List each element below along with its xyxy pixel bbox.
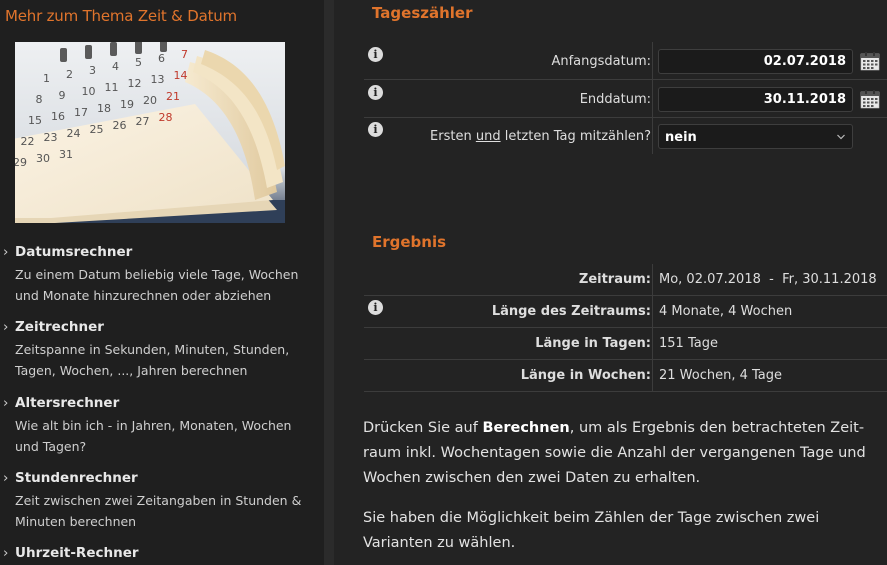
result-row: Zeitraum: Mo, 02.07.2018 - Fr, 30.11.201… [364, 264, 887, 296]
calendar-icon[interactable] [860, 51, 880, 71]
calendar-day-number: 2 [66, 68, 73, 81]
sidebar-title: Mehr zum Thema Zeit & Datum [5, 7, 237, 25]
calendar-day-number: 23 [44, 131, 58, 144]
calendar-day-number: 25 [90, 123, 104, 136]
description-paragraph: Drücken Sie auf Berechnen, um als Ergebn… [363, 420, 866, 486]
calendar-image: 1 2 3 4 5 6 78 9 10 11 12 13 1415 16 17 18 19 20 2122 23 24 2… [15, 42, 285, 223]
calendar-icon[interactable] [860, 89, 880, 109]
calendar-day-number: 9 [59, 89, 66, 102]
calendar-day-number: 24 [67, 127, 81, 140]
form-title: Tageszähler [372, 4, 473, 22]
sidebar-link-zeitrechner[interactable]: › Zeitrechner Zeitspanne in Sekunden, Min… [3, 319, 303, 381]
main-content: Tageszähler i Anfangsdatum: i Enddatum: [334, 0, 887, 565]
end-date-label: Enddatum: [579, 92, 651, 107]
calendar-day-number: 17 [74, 106, 88, 119]
calendar-day-number: 1 [43, 72, 50, 85]
count-days-select[interactable]: nein [658, 124, 853, 149]
description-paragraph: Sie haben die Möglichkeit beim Zählen de… [363, 510, 820, 551]
link-title[interactable]: Stundenrechner [15, 470, 138, 486]
sidebar-link-stundenrechner[interactable]: › Stundenrechner Zeit zwischen zwei Zeita… [3, 470, 303, 532]
row-end-date: i Enddatum: [364, 80, 887, 118]
calendar-day-number: 22 [21, 135, 35, 148]
calendar-day-number: 16 [51, 110, 65, 123]
count-days-label-und: und [475, 129, 501, 144]
cell-divider [652, 296, 653, 327]
info-icon[interactable]: i [368, 85, 383, 100]
link-description: Zeitspanne in Sekunden, Minuten, Stunden… [15, 342, 290, 378]
result-row: Länge in Tagen: 151 Tage [364, 328, 887, 360]
sidebar-link-uhrzeit-rechner[interactable]: › Uhrzeit-Rechner [3, 545, 303, 561]
calendar-day-number: 18 [97, 102, 111, 115]
link-title[interactable]: Uhrzeit-Rechner [15, 545, 139, 561]
row-count-days: i Ersten und letzten Tag mitzählen? nein [364, 117, 887, 154]
chevron-right-icon: › [3, 319, 9, 335]
calendar-day-number: 28 [159, 111, 173, 124]
chevron-right-icon: › [3, 470, 9, 486]
calendar-day-number: 21 [166, 90, 180, 103]
calendar-day-number: 19 [120, 98, 134, 111]
calendar-day-number: 8 [36, 93, 43, 106]
calendar-day-number: 10 [82, 85, 96, 98]
calendar-day-number: 13 [151, 73, 165, 86]
calendar-day-number: 11 [105, 81, 119, 94]
calendar-day-number: 5 [135, 56, 142, 69]
link-title[interactable]: Altersrechner [15, 395, 119, 411]
result-value: 4 Monate, 4 Wochen [659, 304, 793, 319]
info-icon[interactable]: i [368, 300, 383, 315]
result-label: Zeitraum: [578, 272, 651, 287]
info-icon[interactable]: i [368, 122, 383, 137]
result-label: Länge in Tagen: [535, 336, 651, 351]
result-label: Länge des Zeitraums: [491, 304, 651, 319]
calendar-day-number: 12 [128, 77, 142, 90]
link-title[interactable]: Zeitrechner [15, 319, 104, 335]
count-days-value: nein [665, 130, 697, 145]
cell-divider [652, 80, 653, 117]
chevron-right-icon: › [3, 244, 9, 260]
chevron-right-icon: › [3, 545, 9, 561]
link-description: Wie alt bin ich - in Jahren, Monaten, Wo… [15, 418, 292, 454]
calendar-day-number: 7 [181, 48, 188, 61]
result-title: Ergebnis [372, 233, 447, 251]
result-label: Länge in Wochen: [520, 368, 651, 383]
chevron-right-icon: › [3, 395, 9, 411]
calendar-day-number: 6 [158, 52, 165, 65]
sidebar: Mehr zum Thema Zeit & Datum 1 2 3 4 5 6 … [0, 0, 324, 565]
result-row: i Länge des Zeitraums: 4 Monate, 4 Woche… [364, 296, 887, 328]
result-value: 151 Tage [659, 336, 718, 351]
end-date-input[interactable] [658, 87, 853, 112]
column-divider [324, 0, 334, 565]
sidebar-link-altersrechner[interactable]: › Altersrechner Wie alt bin ich - in Jahr… [3, 395, 303, 457]
result-value: 21 Wochen, 4 Tage [659, 368, 783, 383]
calendar-day-number: 15 [28, 114, 42, 127]
calendar-day-number: 4 [112, 60, 119, 73]
link-description: Zu einem Datum beliebig viele Tage, Woch… [15, 267, 299, 303]
result-row: Länge in Wochen: 21 Wochen, 4 Tage [364, 360, 887, 392]
calendar-day-number: 30 [36, 152, 50, 165]
calendar-day-number: 3 [89, 64, 96, 77]
sidebar-link-datumsrechner[interactable]: › Datumsrechner Zu einem Datum beliebig v… [3, 244, 303, 306]
row-start-date: i Anfangsdatum: [364, 42, 887, 80]
cell-divider [652, 328, 653, 359]
calendar-day-number: 14 [174, 69, 188, 82]
info-icon[interactable]: i [368, 47, 383, 62]
start-date-label: Anfangsdatum: [551, 54, 651, 69]
cell-divider [652, 117, 653, 154]
chevron-down-icon [837, 134, 845, 140]
result-value: Mo, 02.07.2018 - Fr, 30.11.2018 [659, 272, 877, 287]
berechnen-emphasis: Berechnen [482, 420, 570, 436]
link-title[interactable]: Datumsrechner [15, 244, 132, 260]
calendar-day-number: 27 [136, 115, 150, 128]
cell-divider [652, 42, 653, 79]
start-date-input[interactable] [658, 49, 853, 74]
calendar-day-number: 29 [15, 156, 27, 169]
link-description: Zeit zwischen zwei Zeitangaben in Stunde… [15, 493, 302, 529]
calendar-day-number: 31 [59, 148, 73, 161]
calendar-day-number: 20 [143, 94, 157, 107]
count-days-label: Ersten und letzten Tag mitzählen? [430, 129, 651, 144]
calendar-day-number: 26 [113, 119, 127, 132]
cell-divider [652, 264, 653, 295]
cell-divider [652, 360, 653, 391]
